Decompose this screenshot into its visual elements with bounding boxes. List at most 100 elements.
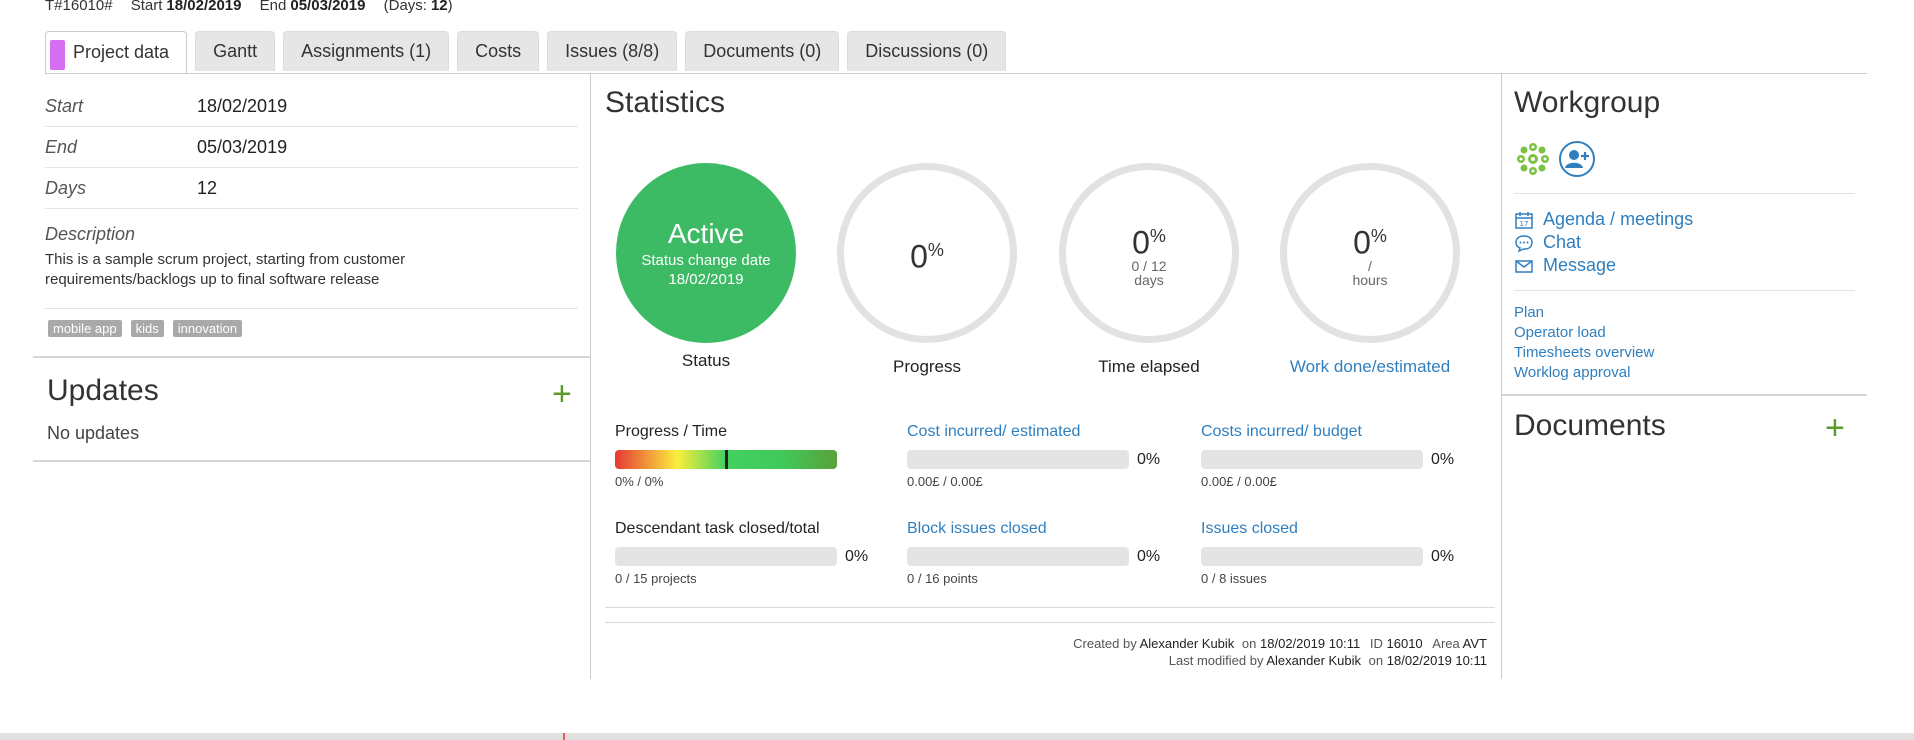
plan-link[interactable]: Plan xyxy=(1514,303,1654,323)
descendant-pct: 0% xyxy=(845,547,869,565)
cost-estimated-link[interactable]: Cost incurred/ estimated xyxy=(907,423,1167,441)
time-elapsed-widget: 0% 0 / 12 days Time elapsed xyxy=(1058,163,1240,377)
descendant-bar xyxy=(615,547,837,566)
status-value: Active xyxy=(667,218,745,249)
cost-estimated-bar xyxy=(907,450,1129,469)
operator-load-link[interactable]: Operator load xyxy=(1514,323,1654,343)
progress-widget: 0% Progress xyxy=(836,163,1018,377)
agenda-meetings-link[interactable]: 17 Agenda / meetings xyxy=(1514,208,1693,231)
modified-info: Last modified by Alexander Kubik on 18/0… xyxy=(1168,653,1487,668)
block-issues-metric: Block issues closed 0% 0 / 16 points xyxy=(907,520,1167,586)
start-label: Start xyxy=(45,95,84,116)
group-avatar-icon[interactable] xyxy=(1514,140,1552,178)
workgroup-panel: Workgroup 17 Agenda / meetings Chat Mess… xyxy=(1502,74,1867,679)
work-done-ring: 0% / hours xyxy=(1280,163,1460,343)
days-summary: (Days: 12) xyxy=(383,0,453,14)
calendar-icon: 17 xyxy=(1515,211,1533,229)
message-link[interactable]: Message xyxy=(1514,254,1693,277)
no-updates-text: No updates xyxy=(47,423,140,443)
cost-estimated-pct: 0% xyxy=(1137,450,1161,468)
tab-documents[interactable]: Documents (0) xyxy=(685,31,840,71)
issues-closed-pct: 0% xyxy=(1431,547,1455,565)
cost-estimated-value: 0.00£ / 0.00£ xyxy=(907,474,983,489)
scroll-marker xyxy=(563,733,565,740)
progress-value: 0% xyxy=(910,238,944,275)
section-divider xyxy=(33,460,590,462)
start-row: Start 18/02/2019 xyxy=(45,86,578,127)
end-label: End xyxy=(45,136,78,157)
section-divider xyxy=(33,356,590,358)
progress-ring: 0% xyxy=(837,163,1017,343)
divider xyxy=(1514,290,1855,291)
add-member-icon[interactable] xyxy=(1558,140,1596,178)
tab-issues[interactable]: Issues (8/8) xyxy=(547,31,678,71)
issues-closed-bar xyxy=(1201,547,1423,566)
tag[interactable]: kids xyxy=(130,320,164,337)
time-elapsed-label: Time elapsed xyxy=(1098,357,1200,376)
work-done-widget: 0% / hours Work done/estimated xyxy=(1279,163,1461,377)
add-update-button[interactable]: + xyxy=(552,377,572,411)
timesheets-overview-link[interactable]: Timesheets overview xyxy=(1514,343,1654,363)
progress-time-marker xyxy=(725,450,728,469)
status-label: Status xyxy=(681,351,731,370)
description-text: This is a sample scrum project, starting… xyxy=(45,251,406,288)
chat-link[interactable]: Chat xyxy=(1514,231,1693,254)
progress-time-metric: Progress / Time 0% / 0% xyxy=(615,423,875,489)
project-data-panel: Start 18/02/2019 End 05/03/2019 Days 12 … xyxy=(33,74,590,679)
workgroup-title: Workgroup xyxy=(1514,86,1661,119)
created-info: Created by Alexander Kubik on 18/02/2019… xyxy=(1073,636,1487,651)
divider xyxy=(1514,193,1855,194)
block-issues-bar xyxy=(907,547,1129,566)
days-label: Days xyxy=(45,177,87,198)
documents-title: Documents xyxy=(1514,409,1666,442)
envelope-icon xyxy=(1515,259,1533,273)
divider xyxy=(45,308,578,309)
updates-title: Updates xyxy=(47,374,159,407)
project-summary-line: T#16010# Start 18/02/2019 End 05/03/2019 (… xyxy=(45,0,467,14)
days-row: Days 12 xyxy=(45,168,578,209)
tab-bar: Project data Gantt Assignments (1) Costs… xyxy=(45,31,1014,73)
divider xyxy=(605,607,1495,608)
status-circle: Active Status change date 18/02/2019 xyxy=(616,163,796,343)
cost-budget-link[interactable]: Costs incurred/ budget xyxy=(1201,423,1461,441)
chat-icon xyxy=(1515,234,1533,252)
horizontal-scrollbar[interactable] xyxy=(0,733,1914,740)
description-label: Description xyxy=(45,224,136,244)
tab-costs[interactable]: Costs xyxy=(457,31,540,71)
start-summary: Start 18/02/2019 xyxy=(130,0,242,14)
end-value: 05/03/2019 xyxy=(197,136,288,157)
tab-project-data[interactable]: Project data xyxy=(45,31,188,73)
work-done-link[interactable]: Work done/estimated xyxy=(1279,357,1461,377)
time-elapsed-unit: days xyxy=(1134,272,1164,289)
progress-label: Progress xyxy=(892,357,962,376)
worklog-approval-link[interactable]: Worklog approval xyxy=(1514,363,1654,383)
issues-closed-link[interactable]: Issues closed xyxy=(1201,520,1461,538)
divider xyxy=(605,622,1495,623)
statistics-panel: Statistics Active Status change date 18/… xyxy=(590,74,1502,679)
progress-time-value: 0% / 0% xyxy=(615,474,664,489)
block-issues-link[interactable]: Block issues closed xyxy=(907,520,1167,538)
cost-budget-pct: 0% xyxy=(1431,450,1455,468)
status-change-date: 18/02/2019 xyxy=(668,271,744,288)
time-elapsed-value: 0% xyxy=(1132,224,1166,261)
tag[interactable]: innovation xyxy=(172,320,243,337)
progress-time-title: Progress / Time xyxy=(615,423,728,440)
cost-estimated-metric: Cost incurred/ estimated 0% 0.00£ / 0.00… xyxy=(907,423,1167,489)
time-elapsed-ring: 0% 0 / 12 days xyxy=(1059,163,1239,343)
descendant-title: Descendant task closed/total xyxy=(615,520,820,537)
tab-discussions[interactable]: Discussions (0) xyxy=(847,31,1007,71)
descendant-value: 0 / 15 projects xyxy=(615,571,697,586)
end-summary: End 05/03/2019 xyxy=(259,0,366,14)
tab-gantt[interactable]: Gantt xyxy=(195,31,276,71)
svg-text:17: 17 xyxy=(1520,220,1529,228)
work-done-value: 0% xyxy=(1353,224,1387,261)
tab-assignments[interactable]: Assignments (1) xyxy=(283,31,450,71)
cost-budget-bar xyxy=(1201,450,1423,469)
start-value: 18/02/2019 xyxy=(197,95,288,116)
block-issues-value: 0 / 16 points xyxy=(907,571,978,586)
tag[interactable]: mobile app xyxy=(48,320,122,337)
block-issues-pct: 0% xyxy=(1137,547,1161,565)
days-value: 12 xyxy=(197,177,218,198)
add-document-button[interactable]: + xyxy=(1825,411,1845,445)
time-elapsed-days: 0 / 12 xyxy=(1131,258,1167,275)
